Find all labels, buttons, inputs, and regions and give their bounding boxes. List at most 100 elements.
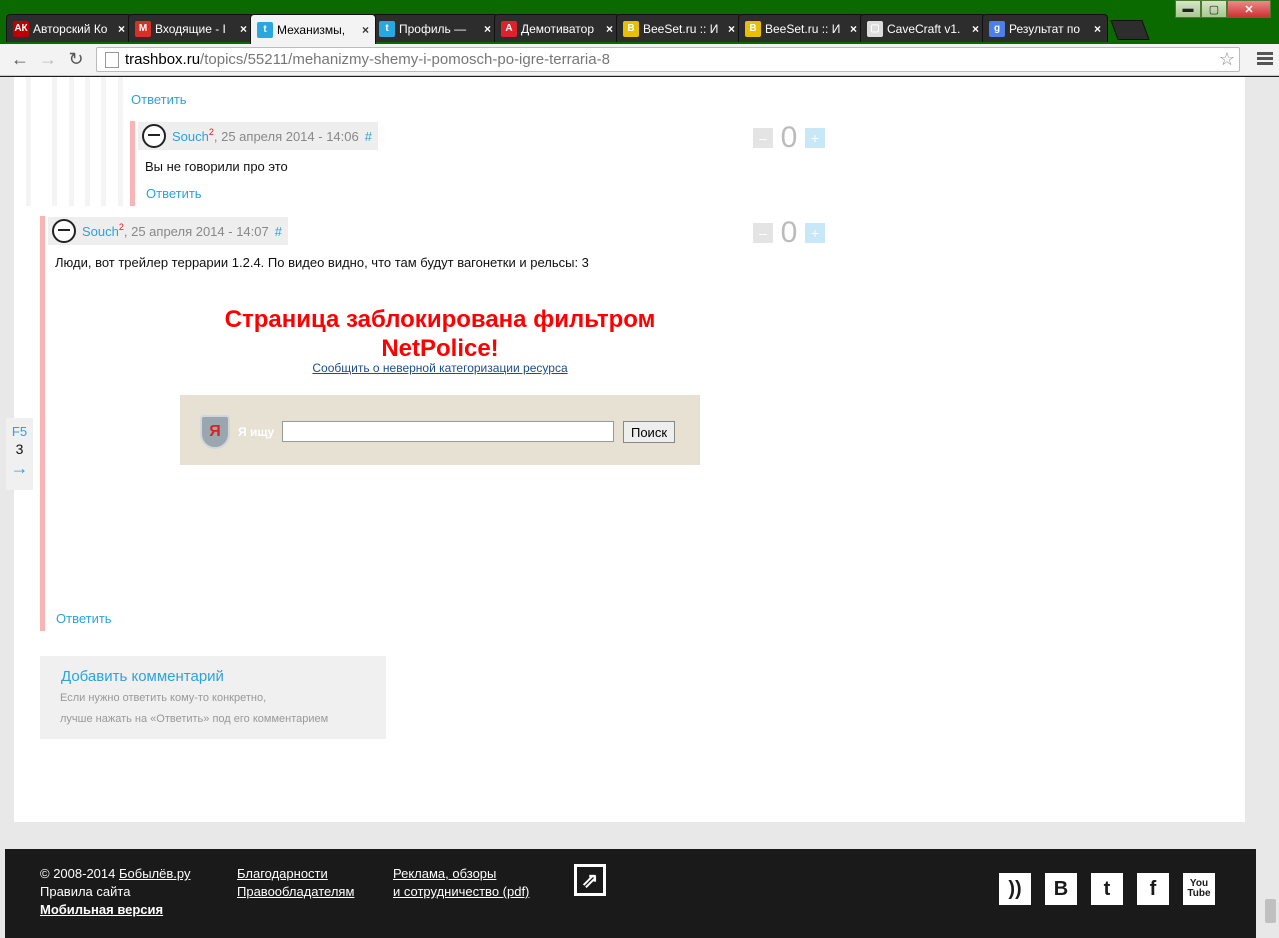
comment-author[interactable]: Souch [82, 224, 119, 239]
search-button[interactable]: Поиск [623, 421, 675, 443]
share-arrow-icon[interactable]: ⇗ [574, 864, 606, 896]
ads-link[interactable]: Реклама, обзоры [393, 865, 529, 883]
browser-tab[interactable]: B BeeSet.ru :: И × [616, 14, 742, 42]
new-tab-button[interactable] [1110, 20, 1150, 40]
tab-close-icon[interactable]: × [850, 22, 857, 36]
forward-button[interactable]: → [34, 46, 62, 74]
page-viewport: Ответить Souch 2 , 25 апреля 2014 - 14:0… [0, 77, 1279, 938]
browser-tab[interactable]: M Входящие - I × [128, 14, 254, 42]
window-controls: ▬ ▢ ✕ [1175, 0, 1271, 18]
tab-close-icon[interactable]: × [728, 22, 735, 36]
page-icon [105, 51, 119, 68]
vote-down-button[interactable]: – [753, 128, 773, 148]
url-path: /topics/55211/mehanizmy-shemy-i-pomosch-… [200, 51, 610, 68]
youtube-label-2: Tube [1187, 888, 1211, 899]
browser-titlebar: АК Авторский Ко × M Входящие - I × t Механизмы,… [0, 0, 1279, 44]
comment-permalink[interactable]: # [365, 129, 372, 144]
arrow-right-icon[interactable]: → [6, 459, 33, 477]
rightholders-link[interactable]: Правообладателям [237, 883, 354, 901]
tab-title: Профиль — [399, 21, 467, 36]
tab-close-icon[interactable]: × [240, 22, 247, 36]
tab-title: Демотиватор [521, 21, 595, 36]
rss-icon[interactable]: )) [999, 873, 1031, 905]
vk-icon[interactable]: B [1045, 873, 1077, 905]
comment-header: Souch 2 , 25 апреля 2014 - 14:07 # [48, 217, 288, 245]
tab-close-icon[interactable]: × [606, 22, 613, 36]
tab-title: Результат по [1009, 21, 1081, 36]
site-footer: © 2008-2014 Бобылёв.ру Правила сайта Моб… [5, 849, 1256, 938]
comment-author[interactable]: Souch [172, 129, 209, 144]
tab-title: Авторский Ко [33, 21, 108, 36]
report-categorization-link[interactable]: Сообщить о неверной категоризации ресурс… [180, 361, 700, 375]
browser-tab[interactable]: АК Авторский Ко × [6, 14, 132, 42]
tab-close-icon[interactable]: × [118, 22, 125, 36]
vote-up-button[interactable]: + [805, 128, 825, 148]
browser-tab[interactable]: g Результат по × [982, 14, 1108, 42]
reload-button[interactable]: ↻ [62, 46, 90, 74]
browser-tab[interactable]: A Демотиватор × [494, 14, 620, 42]
add-comment-title[interactable]: Добавить комментарий [61, 668, 224, 685]
tab-favicon-icon: ▢ [867, 20, 883, 37]
add-comment-hint: лучше нажать на «Ответить» под его комме… [60, 713, 329, 725]
browser-tab[interactable]: B BeeSet.ru :: И × [738, 14, 864, 42]
reply-link[interactable]: Ответить [131, 92, 187, 107]
reply-link[interactable]: Ответить [56, 611, 112, 626]
tab-favicon-icon: B [745, 20, 761, 37]
avatar[interactable] [142, 124, 166, 148]
page-scrollbar[interactable] [1262, 77, 1279, 938]
thread-line [101, 77, 106, 206]
tab-close-icon[interactable]: × [1094, 22, 1101, 36]
tab-strip: АК Авторский Ко × M Входящие - I × t Механизмы,… [6, 14, 1150, 44]
vote-score: 0 [780, 121, 798, 154]
address-bar[interactable]: trashbox.ru /topics/55211/mehanizmy-shem… [96, 47, 1240, 72]
footer-col-1: © 2008-2014 Бобылёв.ру Правила сайта Моб… [40, 865, 190, 919]
minimize-button[interactable]: ▬ [1175, 0, 1201, 18]
blocked-title-line: Страница заблокирована фильтром [224, 306, 656, 333]
browser-tab[interactable]: ▢ CaveCraft v1. × [860, 14, 986, 42]
add-comment-box[interactable]: Добавить комментарий Если нужно ответить… [40, 656, 386, 739]
search-input[interactable] [282, 421, 614, 442]
browser-tab[interactable]: t Профиль — × [372, 14, 498, 42]
thread-line-highlight [40, 216, 45, 631]
rules-link[interactable]: Правила сайта [40, 883, 190, 901]
chrome-menu-icon[interactable] [1257, 52, 1273, 67]
vote-down-button[interactable]: – [753, 223, 773, 243]
tab-title: BeeSet.ru :: И [765, 21, 841, 36]
tab-favicon-icon: A [501, 20, 517, 37]
tab-close-icon[interactable]: × [362, 23, 369, 37]
f5-refresh-widget[interactable]: F5 3 → [6, 418, 33, 490]
vote-up-button[interactable]: + [805, 223, 825, 243]
bookmark-star-icon[interactable]: ☆ [1219, 49, 1235, 70]
youtube-icon[interactable]: You Tube [1183, 873, 1215, 905]
scrollbar-thumb[interactable] [1265, 899, 1276, 923]
copyright-link[interactable]: Бобылёв.ру [119, 866, 190, 881]
twitter-icon[interactable]: t [1091, 873, 1123, 905]
tab-title: Входящие - I [155, 21, 226, 36]
comment-text: Люди, вот трейлер террарии 1.2.4. По вид… [55, 255, 589, 270]
mobile-version-link[interactable]: Мобильная версия [40, 901, 190, 919]
tab-favicon-icon: g [989, 20, 1005, 37]
f5-label: F5 [11, 424, 28, 439]
thread-line [26, 77, 31, 206]
thread-line [118, 77, 123, 206]
thanks-link[interactable]: Благодарности [237, 865, 354, 883]
vote-widget: – 0 + [753, 121, 825, 155]
tab-favicon-icon: t [257, 21, 273, 38]
tab-favicon-icon: АК [13, 20, 29, 37]
facebook-icon[interactable]: f [1137, 873, 1169, 905]
tab-favicon-icon: t [379, 20, 395, 37]
tab-close-icon[interactable]: × [972, 22, 979, 36]
ads-link-2[interactable]: и сотрудничество (pdf) [393, 883, 529, 901]
avatar[interactable] [52, 219, 76, 243]
close-window-button[interactable]: ✕ [1227, 0, 1271, 18]
tab-title: BeeSet.ru :: И [643, 21, 719, 36]
tab-close-icon[interactable]: × [484, 22, 491, 36]
browser-tab[interactable]: t Механизмы, × [250, 14, 376, 44]
author-rank: 2 [118, 222, 124, 232]
browser-toolbar: ← → ↻ trashbox.ru /topics/55211/mehanizm… [0, 44, 1279, 76]
tab-title: Механизмы, [277, 22, 346, 37]
maximize-button[interactable]: ▢ [1201, 0, 1227, 18]
comment-permalink[interactable]: # [275, 224, 282, 239]
reply-link[interactable]: Ответить [146, 186, 202, 201]
back-button[interactable]: ← [6, 46, 34, 74]
